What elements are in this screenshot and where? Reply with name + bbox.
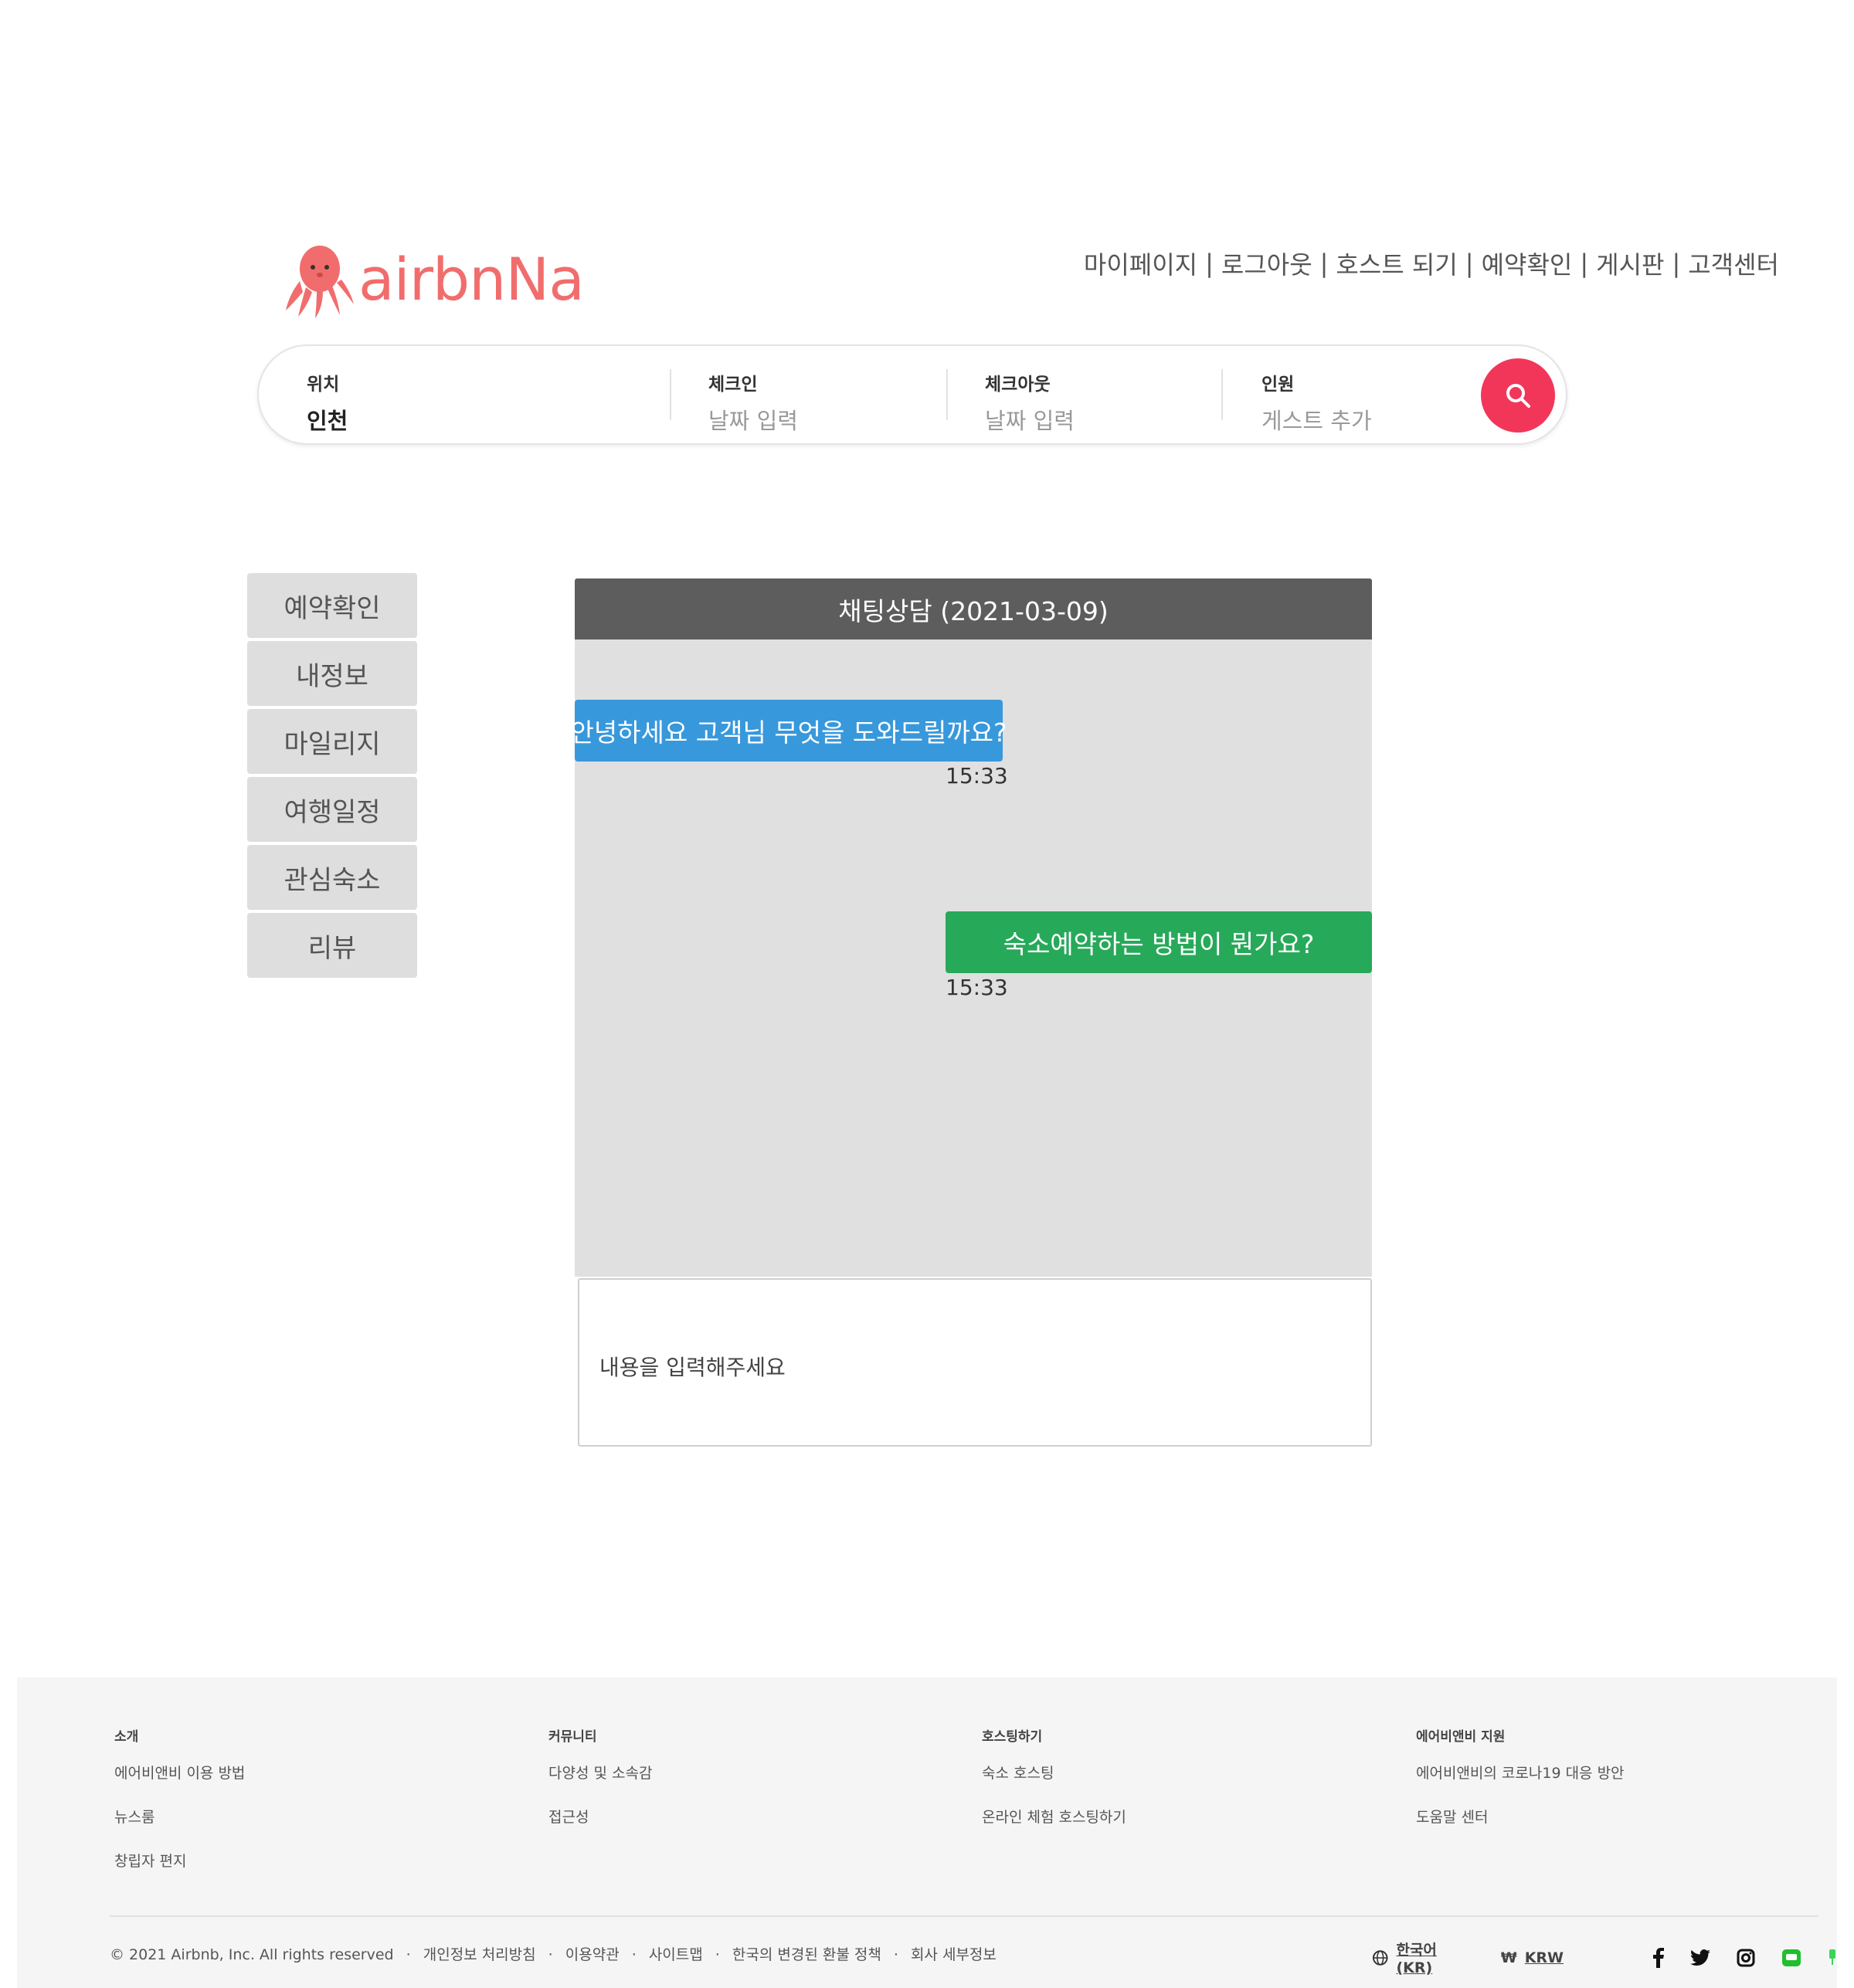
footer-link[interactable]: 도움말 센터 — [1416, 1806, 1625, 1827]
footer: 소개 에어비앤비 이용 방법 뉴스룸 창립자 편지 커뮤니티 다양성 및 소속감… — [17, 1678, 1837, 1988]
search-button[interactable] — [1481, 358, 1555, 433]
footer-settings: 한국어 (KR) ₩ KRW — [1372, 1939, 1837, 1976]
company-details-link[interactable]: 회사 세부정보 — [911, 1946, 997, 1963]
separator-dot: · — [406, 1946, 411, 1963]
footer-column-title: 에어비앤비 지원 — [1416, 1729, 1506, 1745]
search-divider — [1221, 369, 1223, 420]
nav-logout[interactable]: 로그아웃 — [1221, 246, 1312, 281]
refund-policy-link[interactable]: 한국의 변경된 환불 정책 — [732, 1946, 881, 1963]
nav-separator: | — [1672, 249, 1681, 278]
footer-link[interactable]: 접근성 — [548, 1806, 652, 1827]
chat-input-box — [578, 1278, 1372, 1447]
footer-column-community: 커뮤니티 다양성 및 소속감 접근성 — [548, 1725, 652, 1850]
sidebar-item-my-info[interactable]: 내정보 — [247, 641, 417, 706]
language-selector[interactable]: 한국어 (KR) — [1396, 1939, 1475, 1976]
brand-name: airbnNa — [358, 245, 585, 314]
search-bar: 위치 인천 체크인 날짜 입력 체크아웃 날짜 입력 인원 게스트 추가 — [257, 344, 1567, 445]
instagram-icon[interactable] — [1737, 1949, 1755, 1967]
twitter-icon[interactable] — [1690, 1949, 1710, 1966]
footer-column-title: 소개 — [114, 1729, 139, 1745]
checkin-input[interactable]: 날짜 입력 — [708, 403, 798, 436]
facebook-icon[interactable] — [1653, 1947, 1664, 1968]
guests-input[interactable]: 게스트 추가 — [1261, 403, 1372, 436]
sidebar-item-reservations[interactable]: 예약확인 — [247, 573, 417, 638]
footer-link[interactable]: 숙소 호스팅 — [982, 1762, 1126, 1783]
footer-column-about: 소개 에어비앤비 이용 방법 뉴스룸 창립자 편지 — [114, 1725, 245, 1894]
terms-link[interactable]: 이용약관 — [565, 1946, 620, 1963]
footer-column-title: 커뮤니티 — [548, 1729, 597, 1745]
sidebar-item-itinerary[interactable]: 여행일정 — [247, 777, 417, 842]
currency-symbol: ₩ — [1500, 1949, 1517, 1966]
nav-separator: | — [1580, 249, 1589, 278]
checkout-label: 체크아웃 — [985, 375, 1051, 395]
line-icon[interactable] — [1781, 1949, 1801, 1967]
footer-link[interactable]: 다양성 및 소속감 — [548, 1762, 652, 1783]
nav-separator: | — [1205, 249, 1214, 278]
location-label: 위치 — [307, 375, 340, 395]
checkin-field[interactable]: 체크인 날짜 입력 — [708, 369, 798, 436]
footer-link[interactable]: 에어비앤비의 코로나19 대응 방안 — [1416, 1762, 1625, 1783]
nav-separator: | — [1319, 249, 1329, 278]
location-value[interactable]: 인천 — [307, 403, 348, 436]
sidebar-item-mileage[interactable]: 마일리지 — [247, 709, 417, 774]
sidebar-item-reviews[interactable]: 리뷰 — [247, 913, 417, 978]
footer-column-support: 에어비앤비 지원 에어비앤비의 코로나19 대응 방안 도움말 센터 — [1416, 1725, 1625, 1850]
location-field[interactable]: 위치 인천 — [307, 369, 348, 436]
privacy-link[interactable]: 개인정보 처리방침 — [423, 1946, 536, 1963]
guests-label: 인원 — [1261, 375, 1295, 395]
agent-message-bubble: 안녕하세요 고객님 무엇을 도와드릴까요? — [570, 700, 1007, 762]
mypage-sidebar: 예약확인 내정보 마일리지 여행일정 관심숙소 리뷰 — [247, 573, 417, 981]
checkout-field[interactable]: 체크아웃 날짜 입력 — [985, 369, 1075, 436]
footer-legal: © 2021 Airbnb, Inc. All rights reserved … — [110, 1943, 997, 1964]
nav-customer-center[interactable]: 고객센터 — [1688, 246, 1779, 281]
footer-link[interactable]: 에어비앤비 이용 방법 — [114, 1762, 245, 1783]
brand-logo[interactable]: airbnNa — [284, 241, 585, 318]
footer-column-title: 호스팅하기 — [982, 1729, 1043, 1745]
message-timestamp: 15:33 — [946, 975, 1008, 1000]
message-timestamp: 15:33 — [946, 763, 1008, 789]
separator-dot: · — [715, 1946, 720, 1963]
nav-reservations[interactable]: 예약확인 — [1482, 246, 1573, 281]
separator-dot: · — [548, 1946, 553, 1963]
top-navigation: 마이페이지 | 로그아웃 | 호스트 되기 | 예약확인 | 게시판 | 고객센… — [1084, 246, 1779, 281]
nav-board[interactable]: 게시판 — [1596, 246, 1664, 281]
footer-link[interactable]: 뉴스룸 — [114, 1806, 245, 1827]
footer-column-hosting: 호스팅하기 숙소 호스팅 온라인 체험 호스팅하기 — [982, 1725, 1126, 1850]
separator-dot: · — [893, 1946, 898, 1963]
search-divider — [946, 369, 948, 420]
social-links — [1627, 1947, 1837, 1968]
nav-become-host[interactable]: 호스트 되기 — [1336, 246, 1457, 281]
naver-blog-icon[interactable] — [1828, 1949, 1837, 1966]
nav-mypage[interactable]: 마이페이지 — [1084, 246, 1197, 281]
search-icon — [1506, 384, 1530, 408]
chat-message-input[interactable] — [579, 1280, 1370, 1445]
nav-separator: | — [1465, 249, 1474, 278]
search-divider — [670, 369, 671, 420]
currency-selector[interactable]: KRW — [1525, 1949, 1564, 1966]
copyright-text: © 2021 Airbnb, Inc. All rights reserved — [110, 1946, 394, 1963]
chat-messages: 안녕하세요 고객님 무엇을 도와드릴까요? 15:33 숙소예약하는 방법이 뭔… — [570, 639, 1372, 1277]
sidebar-item-wishlist[interactable]: 관심숙소 — [247, 845, 417, 910]
user-message-bubble: 숙소예약하는 방법이 뭔가요? — [946, 911, 1372, 973]
checkin-label: 체크인 — [708, 375, 758, 395]
footer-divider — [110, 1915, 1818, 1917]
footer-link[interactable]: 온라인 체험 호스팅하기 — [982, 1806, 1126, 1827]
separator-dot: · — [631, 1946, 637, 1963]
sitemap-link[interactable]: 사이트맵 — [649, 1946, 703, 1963]
guests-field[interactable]: 인원 게스트 추가 — [1261, 369, 1372, 436]
checkout-input[interactable]: 날짜 입력 — [985, 403, 1075, 436]
octopus-logo-icon — [286, 246, 354, 318]
footer-link[interactable]: 창립자 편지 — [114, 1850, 245, 1871]
chat-title: 채팅상담 (2021-03-09) — [575, 578, 1372, 639]
globe-icon — [1372, 1949, 1388, 1966]
